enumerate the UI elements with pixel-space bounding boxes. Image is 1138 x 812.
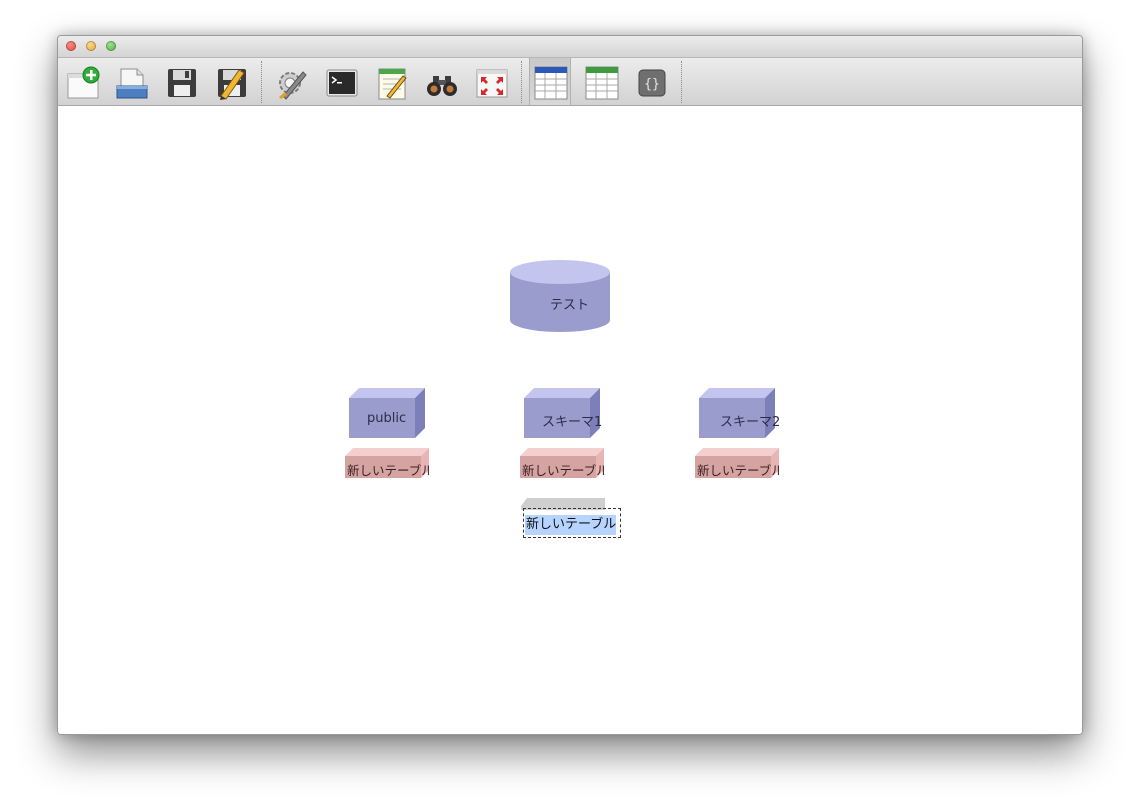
database-label: テスト xyxy=(550,298,590,313)
find-button[interactable] xyxy=(421,62,461,102)
table-node[interactable]: 新しいテーブル xyxy=(695,448,781,480)
open-file-icon xyxy=(116,68,148,99)
save-button[interactable] xyxy=(161,62,201,102)
diagram-canvas[interactable]: テスト public スキーマ1 スキーマ2 新しいテーブル 新しいテーブル 新… xyxy=(58,106,1082,734)
save-as-icon xyxy=(218,69,246,100)
new-document-icon xyxy=(67,66,100,99)
schema-node-public[interactable]: public xyxy=(349,388,427,440)
binoculars-icon xyxy=(427,76,457,96)
title-bar[interactable] xyxy=(58,36,1082,58)
table-view-button[interactable] xyxy=(529,58,571,105)
database-node[interactable]: テスト xyxy=(509,260,611,334)
toolbar-separator xyxy=(261,61,262,103)
schema-label: スキーマ2 xyxy=(720,415,781,430)
table-label: 新しいテーブル xyxy=(522,463,604,478)
schema-node-1[interactable]: スキーマ1 xyxy=(524,388,602,440)
table-node[interactable]: 新しいテーブル xyxy=(520,448,606,480)
notepad-button[interactable] xyxy=(371,62,411,102)
braces-icon: {} xyxy=(638,69,666,97)
table-name-input[interactable]: 新しいテーブル xyxy=(525,515,616,535)
notepad-icon xyxy=(378,68,407,100)
settings-icon xyxy=(279,71,307,100)
svg-text:{}: {} xyxy=(644,77,660,92)
save-icon xyxy=(168,69,196,97)
terminal-button[interactable] xyxy=(321,62,361,102)
open-file-button[interactable] xyxy=(111,62,151,102)
schema-node-2[interactable]: スキーマ2 xyxy=(699,388,789,440)
maximize-window-button[interactable] xyxy=(106,41,116,51)
app-window: {} テスト public スキーマ1 スキーマ2 新しいテーブル 新しいテーブ… xyxy=(57,35,1083,735)
schema-label: public xyxy=(367,411,407,426)
table-green-icon xyxy=(585,66,619,100)
table-node[interactable]: 新しいテーブル xyxy=(345,448,431,480)
fit-screen-icon xyxy=(476,69,508,98)
schema-label: スキーマ1 xyxy=(542,415,603,430)
table-green-button[interactable] xyxy=(581,62,621,102)
table-label: 新しいテーブル xyxy=(697,463,779,478)
toolbar-separator xyxy=(521,61,522,103)
braces-button[interactable]: {} xyxy=(631,62,671,102)
toolbar: {} xyxy=(58,58,1082,106)
toolbar-separator xyxy=(681,61,682,103)
table-blue-icon xyxy=(534,66,568,100)
table-label: 新しいテーブル xyxy=(347,463,429,478)
new-document-button[interactable] xyxy=(62,62,102,102)
minimize-window-button[interactable] xyxy=(86,41,96,51)
terminal-icon xyxy=(326,69,358,97)
fit-screen-button[interactable] xyxy=(471,62,511,102)
settings-button[interactable] xyxy=(271,62,311,102)
close-window-button[interactable] xyxy=(66,41,76,51)
save-as-button[interactable] xyxy=(211,62,251,102)
